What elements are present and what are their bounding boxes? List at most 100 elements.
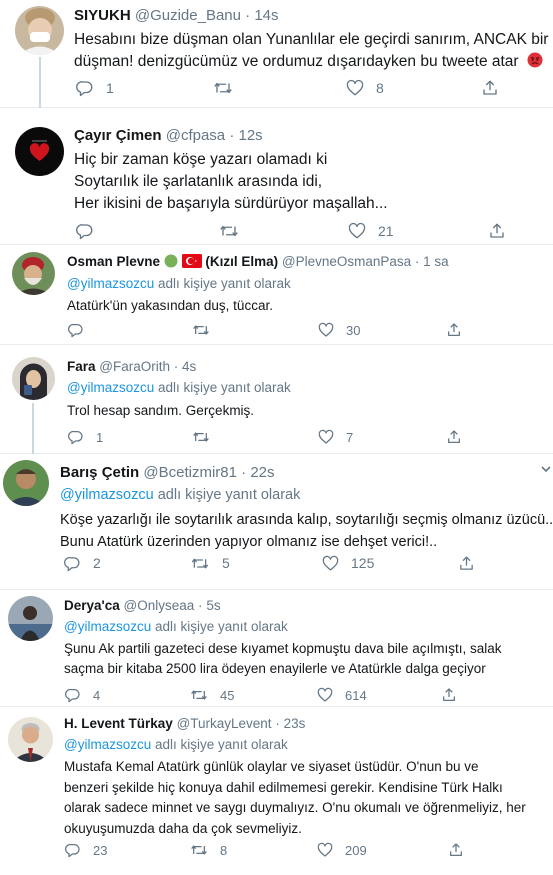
reply-mention-link[interactable]: @yilmazsozcu [67, 276, 154, 291]
tweet-line-text: düşman! denizgücümüz ve ordumuz dışarıda… [74, 53, 519, 70]
tweet-line: okuyuşumuzda daha da çok sevmeliyiz. [64, 820, 302, 836]
display-name[interactable]: Barış Çetin [60, 464, 139, 481]
like-count: 7 [346, 429, 354, 445]
display-name[interactable]: H. Levent Türkay [64, 716, 173, 731]
reply-button[interactable]: 4 [65, 685, 100, 705]
user-handle[interactable]: @Guzide_Banu [135, 7, 241, 24]
tweet-1[interactable]: Çayır Çimen @cfpasa · 12s Hiç bir zaman … [0, 108, 553, 245]
reply-button[interactable]: 1 [68, 427, 103, 447]
tweet-5[interactable]: Derya'ca @Onlyseaa · 5s @yilmazsozcu adl… [0, 590, 553, 707]
separator-dot: · [275, 716, 280, 731]
like-button[interactable]: 7 [318, 427, 353, 447]
tweet-line: Mustafa Kemal Atatürk günlük olaylar ve … [64, 759, 479, 774]
timestamp[interactable]: 12s [238, 127, 262, 144]
display-name[interactable]: SIYUKH [74, 7, 131, 24]
tweet-header: Çayır Çimen @cfpasa · 12s [74, 127, 263, 145]
share-button[interactable] [441, 685, 457, 705]
user-handle[interactable]: @Onlyseaa [124, 598, 195, 613]
avatar-osman-plevne[interactable] [12, 252, 55, 295]
share-button[interactable] [446, 427, 462, 447]
like-button[interactable]: 614 [317, 685, 367, 705]
reply-button[interactable]: 2 [64, 553, 101, 573]
avatar-deryaca[interactable] [8, 596, 53, 641]
reply-context-text: adlı kişiye yanıt olarak [154, 380, 291, 395]
tweet-3[interactable]: Fara @FaraOrith · 4s @yilmazsozcu adlı k… [0, 345, 553, 454]
like-button[interactable]: 125 [322, 553, 374, 573]
reply-context: @yilmazsozcu adlı kişiye yanıt olarak [60, 486, 300, 504]
share-button[interactable] [488, 221, 506, 241]
user-handle[interactable]: @Bcetizmir81 [143, 464, 237, 481]
tweet-6[interactable]: H. Levent Türkay @TurkayLevent · 23s @yi… [0, 707, 553, 875]
reply-button[interactable]: 23 [65, 840, 107, 860]
avatar-h-levent-turkay[interactable] [8, 717, 53, 762]
reply-icon [68, 323, 83, 338]
retweet-button[interactable] [219, 221, 251, 241]
tweet-text: Mustafa Kemal Atatürk günlük olaylar ve … [64, 757, 526, 839]
display-name-suffix[interactable]: (Kızıl Elma) [205, 254, 278, 269]
like-button[interactable]: 209 [317, 840, 367, 860]
timestamp[interactable]: 14s [254, 7, 278, 24]
tweet-4[interactable]: Barış Çetin @Bcetizmir81 · 22s @yilmazso… [0, 454, 553, 590]
reply-icon [65, 688, 80, 703]
display-name[interactable]: Çayır Çimen [74, 127, 162, 144]
like-count: 30 [346, 322, 361, 338]
retweet-icon [193, 432, 209, 442]
tweet-actions: 1 7 [68, 427, 468, 447]
retweet-button[interactable]: 5 [190, 553, 230, 573]
heart-icon [318, 429, 334, 444]
retweet-icon [193, 325, 209, 335]
tweet-text: Trol hesap sandım. Gerçekmiş. [67, 401, 254, 420]
timestamp[interactable]: 5s [206, 598, 220, 613]
separator-dot: · [414, 254, 420, 269]
like-button[interactable]: 8 [346, 78, 384, 98]
retweet-button[interactable] [213, 78, 245, 98]
avatar-fara[interactable] [12, 357, 55, 400]
tweet-line: olarak sadece minnet ve saygı duymalıyız… [64, 800, 526, 815]
display-name[interactable]: Osman Plevne [67, 254, 160, 269]
user-handle[interactable]: @cfpasa [166, 127, 225, 144]
share-button[interactable] [446, 320, 462, 340]
retweet-button[interactable]: 45 [190, 685, 234, 705]
retweet-button[interactable]: 8 [190, 840, 227, 860]
avatar-baris-cetin[interactable] [3, 460, 49, 506]
timestamp[interactable]: 22s [250, 464, 274, 481]
share-button[interactable] [448, 840, 464, 860]
reply-icon [65, 843, 80, 858]
like-button[interactable]: 21 [348, 221, 394, 241]
tweet-2[interactable]: Osman Plevne (Kızıl Elma) @PlevneOsmanPa… [0, 245, 553, 345]
retweet-icon [191, 558, 209, 568]
timestamp[interactable]: 4s [182, 359, 196, 374]
user-handle[interactable]: @FaraOrith [99, 359, 170, 374]
like-button[interactable]: 30 [318, 320, 360, 340]
retweet-button[interactable] [192, 427, 222, 447]
reply-button[interactable] [76, 221, 106, 241]
reply-context: @yilmazsozcu adlı kişiye yanıt olarak [67, 276, 291, 292]
tweet-0[interactable]: SIYUKH @Guzide_Banu · 14s Hesabını bize … [0, 0, 553, 108]
share-button[interactable] [481, 78, 499, 98]
display-name[interactable]: Fara [67, 359, 96, 374]
tweet-line: Bunu Atatürk üzerinden yapıyor olmanız i… [60, 534, 438, 550]
user-handle[interactable]: @TurkayLevent [177, 716, 272, 731]
reply-mention-link[interactable]: @yilmazsozcu [60, 487, 154, 503]
retweet-count: 5 [222, 555, 230, 571]
reply-mention-link[interactable]: @yilmazsozcu [64, 619, 151, 634]
heart-icon [317, 687, 333, 702]
tweet-line: düşman! denizgücümüz ve ordumuz dışarıda… [74, 51, 548, 73]
reply-button[interactable] [68, 320, 96, 340]
like-count: 125 [351, 555, 375, 571]
reply-mention-link[interactable]: @yilmazsozcu [64, 737, 151, 752]
retweet-button[interactable] [192, 320, 222, 340]
chevron-down-icon[interactable] [540, 462, 552, 480]
user-handle[interactable]: @PlevneOsmanPasa [282, 254, 411, 269]
display-name[interactable]: Derya'ca [64, 598, 120, 613]
reply-context-text: adlı kişiye yanıt olarak [153, 487, 301, 503]
share-button[interactable] [458, 553, 475, 573]
avatar-siyukh[interactable] [15, 6, 64, 55]
reply-button[interactable]: 1 [76, 78, 114, 98]
reply-mention-link[interactable]: @yilmazsozcu [67, 380, 154, 395]
heart-icon [346, 79, 364, 96]
timestamp[interactable]: 23s [284, 716, 306, 731]
avatar-cayir-cimen[interactable] [15, 127, 64, 176]
timestamp[interactable]: 1 sa [423, 254, 449, 269]
retweet-icon [191, 690, 207, 700]
